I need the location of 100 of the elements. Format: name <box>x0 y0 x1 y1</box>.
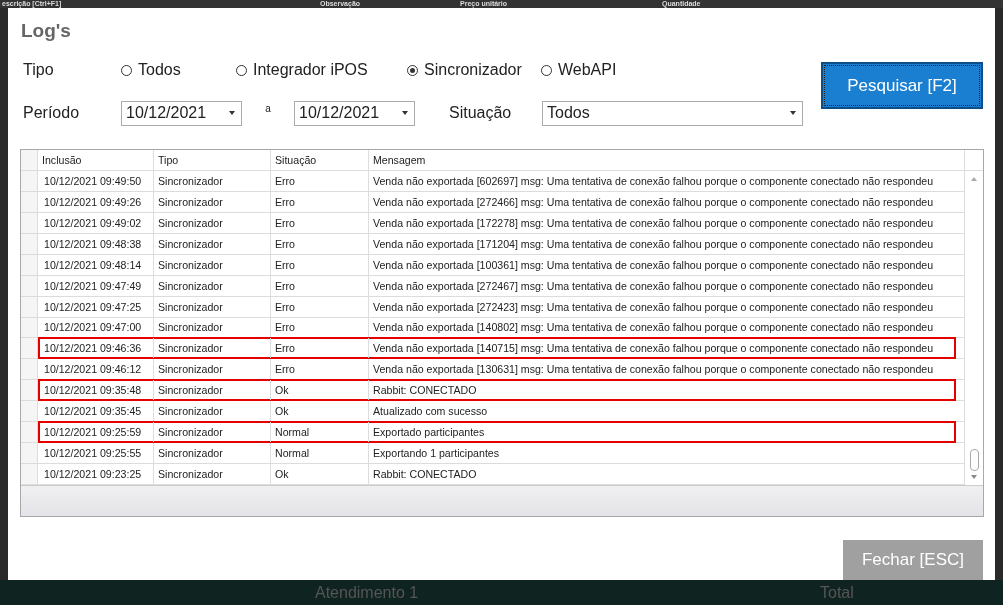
table-cell: Sincronizador <box>154 191 271 212</box>
table-cell: 10/12/2021 09:49:50 <box>40 170 154 191</box>
table-cell: 10/12/2021 09:49:26 <box>40 191 154 212</box>
table-cell: Erro <box>271 296 369 317</box>
table-cell: Sincronizador <box>154 212 271 233</box>
table-row[interactable]: 10/12/2021 09:25:59 Sincronizador Normal Exportado participantes <box>38 421 956 444</box>
table-cell: 10/12/2021 09:47:00 <box>40 317 154 338</box>
table-cell: Erro <box>271 170 369 191</box>
table-cell-text: Venda não exportada [171204] msg: Uma tentativa de conexão falhou porque o componente conectado não respondeu <box>372 236 935 252</box>
table-cell: 10/12/2021 09:48:14 <box>40 254 154 275</box>
table-cell-text: Venda não exportada [100361] msg: Uma tentativa de conexão falhou porque o componente conectado não respondeu <box>372 257 935 273</box>
table-row[interactable]: 10/12/2021 09:48:38 Sincronizador Erro Venda não exportada [171204] msg: Uma tentativa de conexão falhou porque o componente conectado não respondeu <box>38 232 956 255</box>
dialog-title: Log's <box>21 20 72 42</box>
table-cell: Erro <box>271 359 369 380</box>
table-cell-text: Venda não exportada [272423] msg: Uma tentativa de conexão falhou porque o componente conectado não respondeu <box>372 299 935 315</box>
table-cell: 10/12/2021 09:46:12 <box>40 359 154 380</box>
table-cell: Erro <box>271 212 369 233</box>
table-row[interactable]: 10/12/2021 09:47:25 Sincronizador Erro Venda não exportada [272423] msg: Uma tentativa de conexão falhou porque o componente conectado não respondeu <box>38 295 956 318</box>
table-cell-text: Exportando 1 participantes <box>372 446 501 462</box>
table-cell-text: Atualizado com sucesso <box>372 404 489 420</box>
table-row[interactable]: 10/12/2021 09:35:48 Sincronizador Ok Rabbit: CONECTADO <box>38 379 956 402</box>
table-cell-text: Venda não exportada [130631] msg: Uma tentativa de conexão falhou porque o componente conectado não respondeu <box>372 362 935 378</box>
table-cell-text: Rabbit: CONECTADO <box>372 467 478 483</box>
table-cell: 10/12/2021 09:47:25 <box>40 296 154 317</box>
table-cell: 10/12/2021 09:49:02 <box>40 212 154 233</box>
table-row[interactable]: 10/12/2021 09:35:45 Sincronizador Ok Atualizado com sucesso <box>38 400 956 423</box>
table-cell: Sincronizador <box>154 464 271 484</box>
table-row[interactable]: 10/12/2021 09:49:26 Sincronizador Erro Venda não exportada [272466] msg: Uma tentativa de conexão falhou porque o componente conectado não respondeu <box>38 190 956 213</box>
table-cell: Erro <box>271 233 369 254</box>
background-label: Total <box>820 584 854 602</box>
table-cell: Erro <box>271 338 369 359</box>
date-to-field[interactable]: 10/12/2021 <box>294 100 415 126</box>
table-cell-text: Venda não exportada [272467] msg: Uma tentativa de conexão falhou porque o componente conectado não respondeu <box>372 278 935 294</box>
table-cell: Ok <box>271 401 369 422</box>
search-button[interactable]: Pesquisar [F2] <box>821 62 983 109</box>
table-cell: 10/12/2021 09:25:55 <box>40 443 154 464</box>
radio-option[interactable]: Todos <box>121 61 236 79</box>
range-separator: a <box>264 102 272 114</box>
scroll-up-icon[interactable] <box>971 177 977 181</box>
table-cell: Sincronizador <box>154 338 271 359</box>
table-cell: Sincronizador <box>154 359 271 380</box>
scroll-down-icon[interactable] <box>971 475 977 479</box>
situacao-label: Situação <box>449 104 513 122</box>
periodo-label: Período <box>23 104 81 122</box>
situacao-dropdown[interactable]: Todos <box>542 100 803 126</box>
table-cell: Sincronizador <box>154 401 271 422</box>
table-cell: 10/12/2021 09:23:25 <box>40 464 154 484</box>
scrollbar-thumb[interactable] <box>969 449 979 471</box>
table-cell: Sincronizador <box>154 170 271 191</box>
table-cell: 10/12/2021 09:35:45 <box>40 401 154 422</box>
table-cell: Ok <box>271 464 369 484</box>
table-cell-text: Exportado participantes <box>372 425 486 441</box>
column-header[interactable]: Tipo <box>154 150 271 170</box>
table-row[interactable]: 10/12/2021 09:46:12 Sincronizador Erro Venda não exportada [130631] msg: Uma tentativa de conexão falhou porque o componente conectado não respondeu <box>38 358 956 381</box>
table-row[interactable]: 10/12/2021 09:47:00 Sincronizador Erro Venda não exportada [140802] msg: Uma tentativa de conexão falhou porque o componente conectado não respondeu <box>38 316 956 339</box>
radio-option[interactable]: WebAPI <box>541 61 617 79</box>
table-cell-text: Venda não exportada [272466] msg: Uma tentativa de conexão falhou porque o componente conectado não respondeu <box>372 194 935 210</box>
table-row[interactable]: 10/12/2021 09:47:49 Sincronizador Erro Venda não exportada [272467] msg: Uma tentativa de conexão falhou porque o componente conectado não respondeu <box>38 274 956 297</box>
caret-icon <box>790 111 796 115</box>
table-cell: Normal <box>271 422 369 443</box>
background-label: Atendimento 1 <box>315 584 419 602</box>
table-cell: Sincronizador <box>154 380 271 401</box>
radio-option[interactable]: Integrador iPOS <box>236 61 407 79</box>
table-cell: Erro <box>271 275 369 296</box>
table-cell-text: Venda não exportada [172278] msg: Uma tentativa de conexão falhou porque o componente conectado não respondeu <box>372 215 935 231</box>
column-header[interactable]: Mensagem <box>369 150 964 170</box>
table-row[interactable]: 10/12/2021 09:49:02 Sincronizador Erro Venda não exportada [172278] msg: Uma tentativa de conexão falhou porque o componente conectado não respondeu <box>38 211 956 234</box>
table-cell: Erro <box>271 191 369 212</box>
table-cell: 10/12/2021 09:25:59 <box>40 422 154 443</box>
caret-icon <box>402 111 408 115</box>
table-cell: Normal <box>271 443 369 464</box>
scrollbar[interactable] <box>964 150 983 485</box>
table-cell-text: Venda não exportada [602697] msg: Uma tentativa de conexão falhou porque o componente conectado não respondeu <box>372 173 935 189</box>
column-header[interactable]: Situação <box>271 150 369 170</box>
table-cell: Erro <box>271 317 369 338</box>
table-cell: Ok <box>271 380 369 401</box>
table-cell: Sincronizador <box>154 443 271 464</box>
column-header[interactable]: Inclusão <box>38 150 154 170</box>
table-cell: Sincronizador <box>154 275 271 296</box>
table-row[interactable]: 10/12/2021 09:25:55 Sincronizador Normal Exportando 1 participantes <box>38 442 956 465</box>
table-cell: 10/12/2021 09:46:36 <box>40 338 154 359</box>
table-row[interactable]: 10/12/2021 09:23:25 Sincronizador Ok Rabbit: CONECTADO <box>38 463 956 485</box>
table-cell: 10/12/2021 09:48:38 <box>40 233 154 254</box>
table-row[interactable]: 10/12/2021 09:46:36 Sincronizador Erro Venda não exportada [140715] msg: Uma tentativa de conexão falhou porque o componente conectado não respondeu <box>38 337 956 360</box>
table-cell: Erro <box>271 254 369 275</box>
table-row[interactable]: 10/12/2021 09:49:50 Sincronizador Erro Venda não exportada [602697] msg: Uma tentativa de conexão falhou porque o componente conectado não respondeu <box>38 169 956 192</box>
tipo-label: Tipo <box>23 61 55 79</box>
table-cell: 10/12/2021 09:35:48 <box>40 380 154 401</box>
radio-option[interactable]: Sincronizador <box>407 61 541 79</box>
table-cell-text: Rabbit: CONECTADO <box>372 383 478 399</box>
date-from-field[interactable]: 10/12/2021 <box>121 100 242 126</box>
table-cell: Sincronizador <box>154 254 271 275</box>
caret-icon <box>229 111 235 115</box>
table-row[interactable]: 10/12/2021 09:48:14 Sincronizador Erro Venda não exportada [100361] msg: Uma tentativa de conexão falhou porque o componente conectado não respondeu <box>38 253 956 276</box>
table-cell-text: Venda não exportada [140802] msg: Uma tentativa de conexão falhou porque o componente conectado não respondeu <box>372 320 935 336</box>
table-cell: Sincronizador <box>154 296 271 317</box>
table-cell: 10/12/2021 09:47:49 <box>40 275 154 296</box>
table-cell: Sincronizador <box>154 233 271 254</box>
table-cell: Sincronizador <box>154 422 271 443</box>
table-cell: Sincronizador <box>154 317 271 338</box>
